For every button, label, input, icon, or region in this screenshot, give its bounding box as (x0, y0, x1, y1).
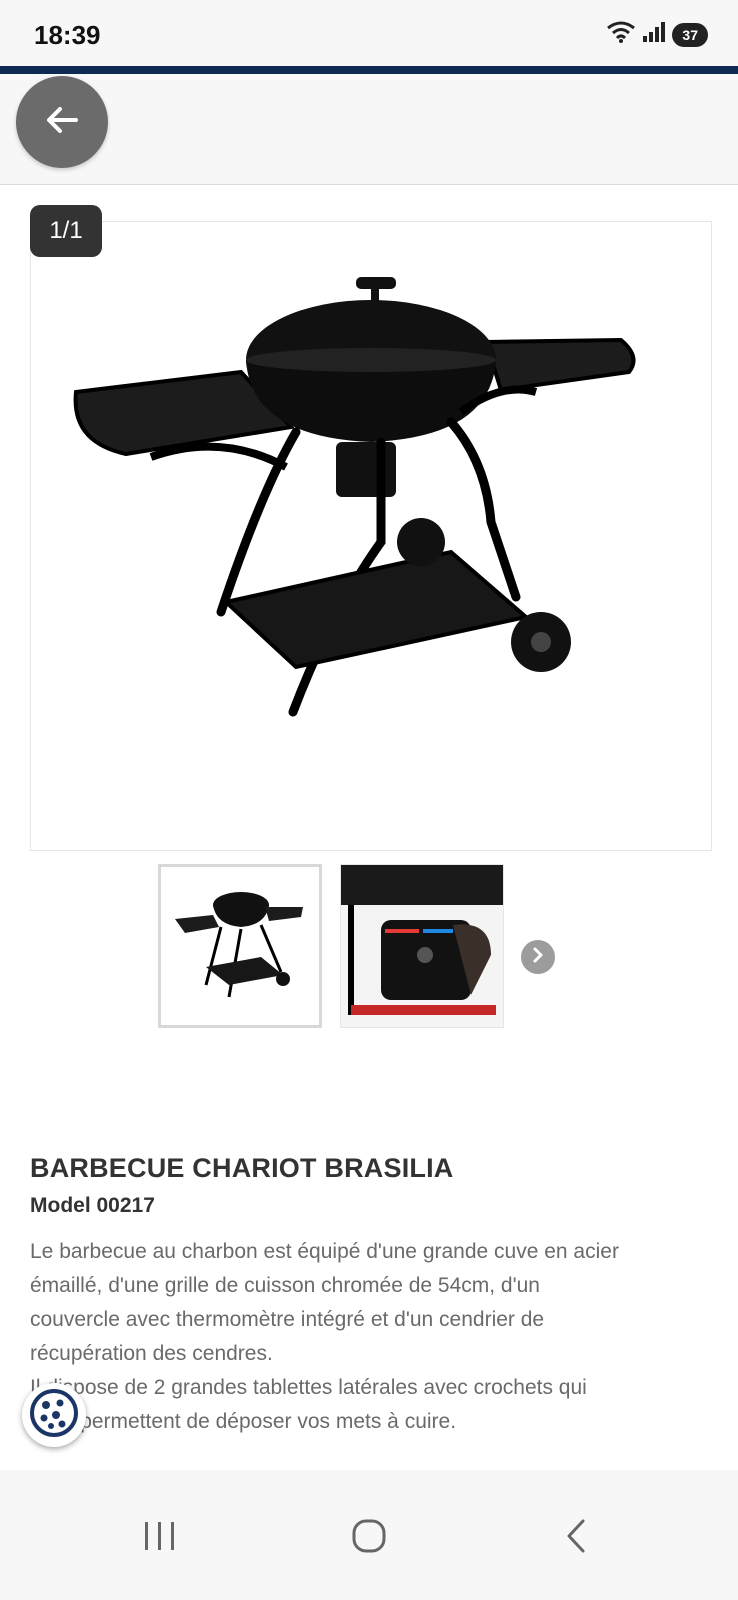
back-chevron-icon (561, 1518, 591, 1559)
home-button[interactable] (339, 1508, 399, 1568)
product-model: Model 00217 (30, 1194, 155, 1217)
status-bar: 18:39 37 (0, 0, 738, 66)
chevron-right-icon (529, 946, 547, 969)
description-line: émaillé, d'une grille de cuisson chromée… (30, 1274, 540, 1297)
cookie-icon (29, 1388, 79, 1443)
thumbnail-barbecue-chariot[interactable] (158, 864, 322, 1028)
back-button[interactable] (16, 76, 108, 168)
gallery-next-button[interactable] (521, 940, 555, 974)
recents-icon (142, 1520, 178, 1557)
barbecue-chariot-thumbnail (175, 892, 303, 998)
wifi-icon (606, 20, 636, 49)
description-line: Le barbecue au charbon est équipé d'une … (30, 1240, 619, 1263)
description-line: vous permettent de déposer vos mets à cu… (30, 1410, 457, 1433)
status-icons: 37 (606, 20, 708, 49)
barbecue-chariot-image (73, 277, 636, 717)
arrow-left-icon (42, 100, 82, 145)
main-product-image[interactable] (30, 221, 712, 851)
product-title: BARBECUE CHARIOT BRASILIA (30, 1153, 454, 1183)
battery-icon: 37 (672, 22, 708, 47)
cookie-settings-button[interactable] (22, 1383, 86, 1447)
image-counter: 1/1 (30, 205, 102, 257)
description-line: couvercle avec thermomètre intégré et d'… (30, 1308, 545, 1331)
system-navigation-bar (0, 1478, 738, 1600)
header-accent-bar (0, 66, 738, 74)
ash-drawer-detail-thumbnail (341, 865, 503, 1027)
thumbnail-ash-drawer-detail[interactable] (340, 864, 504, 1028)
description-line: Il dispose de 2 grandes tablettes latéra… (30, 1376, 587, 1399)
signal-icon (642, 21, 666, 48)
description-line: récupération des cendres. (30, 1342, 273, 1365)
product-description: Le barbecue au charbon est équipé d'une … (30, 1235, 710, 1439)
system-back-button[interactable] (546, 1508, 606, 1568)
page-header (0, 74, 738, 185)
recents-button[interactable] (130, 1508, 190, 1568)
home-icon (351, 1518, 387, 1559)
product-page: 1/1 BARBECUE CHARIOT BRASILIA Model 0021… (0, 185, 738, 1470)
status-time: 18:39 (34, 20, 101, 50)
